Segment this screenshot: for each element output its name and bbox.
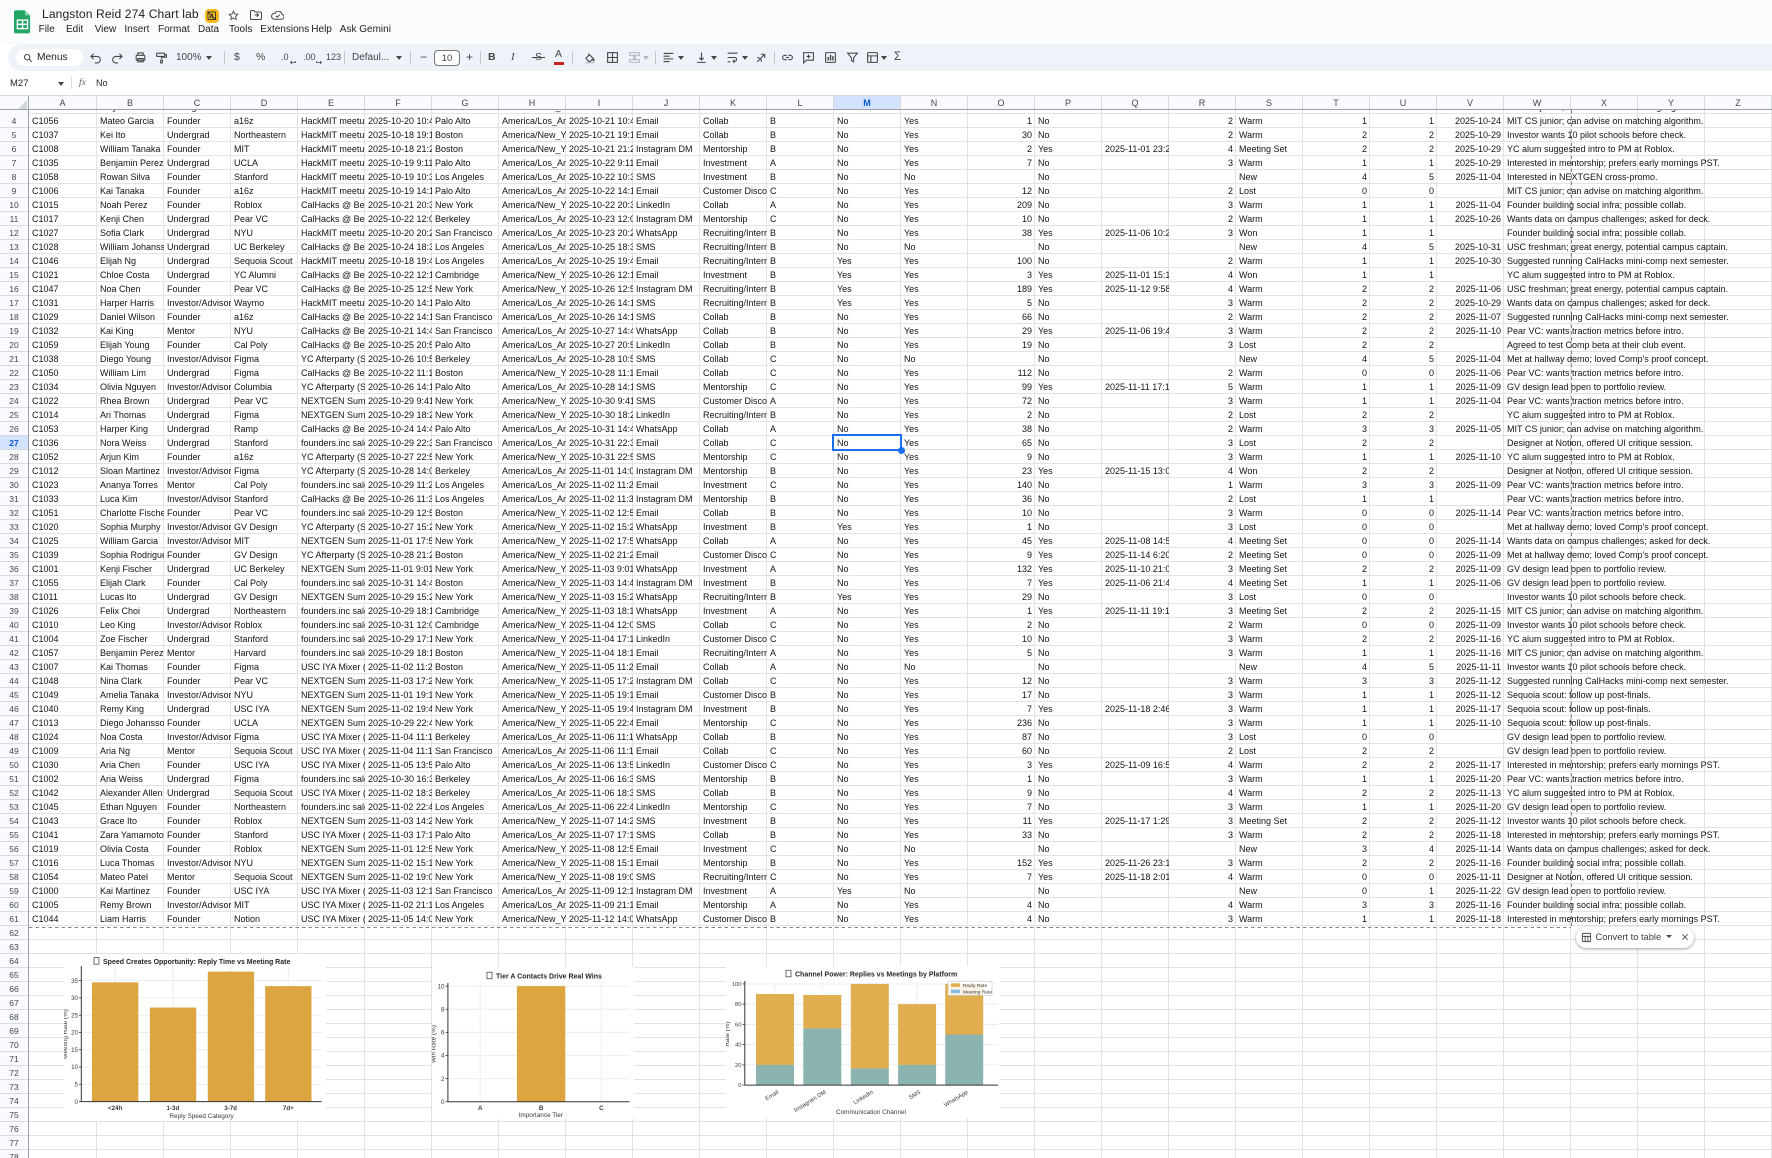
svg-text:Meeting Rate: Meeting Rate [963, 989, 992, 995]
svg-text:5: 5 [75, 1082, 79, 1089]
svg-text:A: A [478, 1105, 483, 1112]
svg-text:Communication Channel: Communication Channel [836, 1109, 906, 1116]
svg-text:Meeting Rate (%): Meeting Rate (%) [64, 1009, 69, 1059]
svg-text:25: 25 [71, 1012, 78, 1019]
svg-text:20: 20 [71, 1030, 78, 1037]
svg-text:<24h: <24h [108, 1105, 122, 1112]
svg-text:10: 10 [71, 1064, 78, 1071]
svg-text:Reply Speed Category: Reply Speed Category [169, 1113, 234, 1120]
svg-text:Rate (%): Rate (%) [726, 1021, 731, 1046]
svg-text:8: 8 [441, 1006, 445, 1013]
svg-text:Tier A Contacts Drive Real Win: Tier A Contacts Drive Real Wins [496, 974, 602, 981]
svg-text:2: 2 [441, 1076, 445, 1083]
svg-text:100: 100 [732, 982, 742, 988]
svg-text:Win Rate (%): Win Rate (%) [432, 1025, 438, 1063]
svg-text:7d+: 7d+ [283, 1105, 294, 1112]
svg-text:40: 40 [735, 1043, 741, 1049]
svg-text:1-3d: 1-3d [167, 1105, 180, 1112]
svg-text:3-7d: 3-7d [224, 1105, 237, 1112]
svg-text:30: 30 [71, 995, 78, 1002]
svg-text:4: 4 [441, 1053, 445, 1060]
svg-text:0: 0 [75, 1099, 79, 1106]
svg-text:20: 20 [735, 1063, 741, 1069]
svg-text:80: 80 [735, 1002, 741, 1008]
svg-text:Importance Tier: Importance Tier [519, 1112, 564, 1119]
svg-text:15: 15 [71, 1047, 78, 1054]
svg-text:0: 0 [738, 1083, 741, 1089]
svg-text:35: 35 [71, 978, 78, 985]
svg-text:10: 10 [438, 983, 445, 990]
svg-text:B: B [539, 1105, 544, 1112]
svg-text:0: 0 [441, 1099, 445, 1106]
svg-text:6: 6 [441, 1030, 445, 1037]
svg-text:Channel Power: Replies vs Meet: Channel Power: Replies vs Meetings by Pl… [795, 972, 957, 979]
svg-text:Reply Rate: Reply Rate [963, 983, 987, 989]
svg-text:60: 60 [735, 1022, 741, 1028]
svg-text:C: C [599, 1105, 604, 1112]
svg-text:Speed Creates Opportunity: Rep: Speed Creates Opportunity: Reply Time vs… [103, 959, 290, 966]
